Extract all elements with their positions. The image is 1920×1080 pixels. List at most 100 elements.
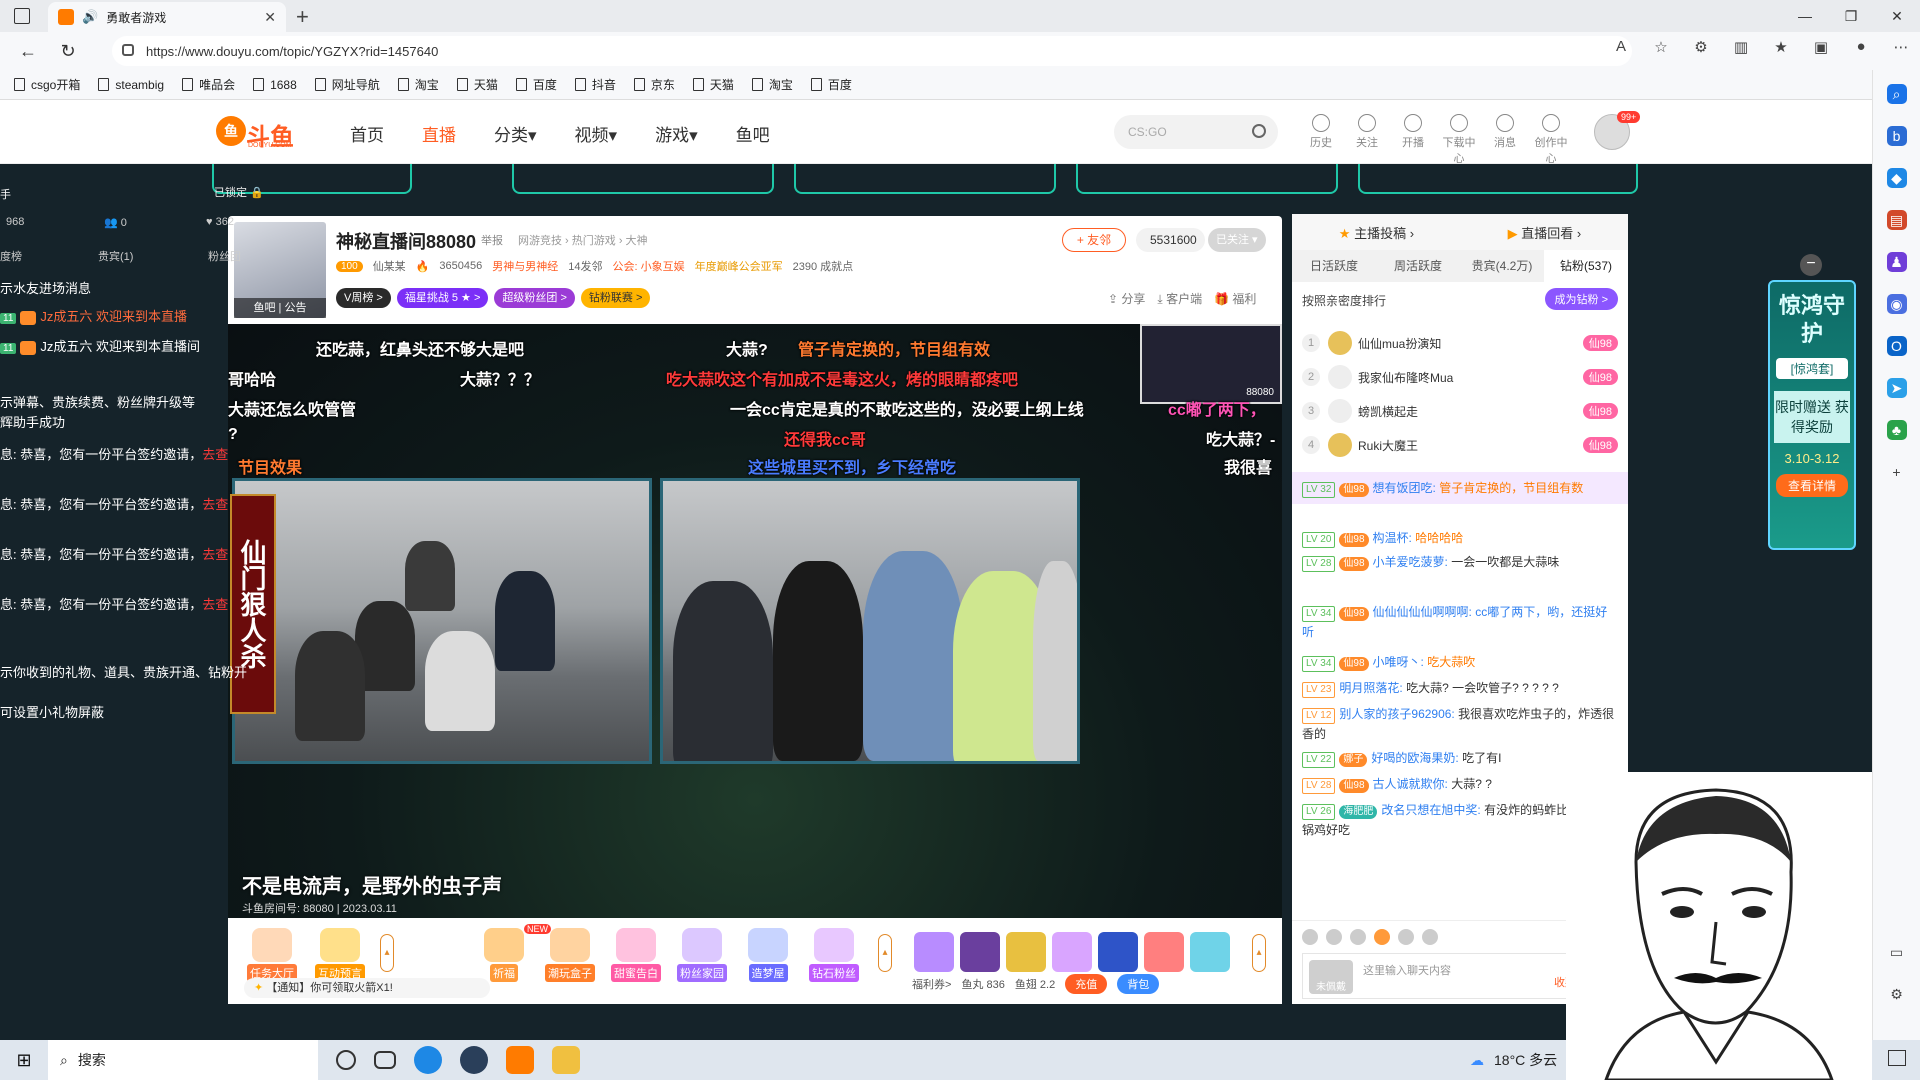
- rank-row[interactable]: 3 螃凯横起走 仙98: [1302, 394, 1618, 428]
- new-tab-icon[interactable]: +: [296, 4, 309, 30]
- toolbox-icon[interactable]: ▤: [1886, 210, 1907, 230]
- category-breadcrumb[interactable]: 网游竞技 › 热门游戏 › 大神: [518, 232, 648, 248]
- fan-badge-slot[interactable]: 未佩戴: [1309, 960, 1353, 994]
- promo-details-button[interactable]: 查看详情: [1776, 474, 1848, 497]
- cortana-icon[interactable]: [336, 1050, 356, 1070]
- gift-pray[interactable]: 祈福: [476, 928, 532, 982]
- windows-start-icon[interactable]: ⊞: [0, 1050, 48, 1071]
- url-field[interactable]: https://www.douyu.com/topic/YGZYX?rid=14…: [112, 36, 1632, 66]
- rank-row[interactable]: 2 我家仙布隆咚Mua 仙98: [1302, 360, 1618, 394]
- shopping-tag-icon[interactable]: ◆: [1886, 168, 1907, 188]
- history-button[interactable]: 历史: [1304, 114, 1338, 166]
- edge-browser-icon[interactable]: [414, 1046, 442, 1074]
- taskbar-weather[interactable]: ☁ 18°C 多云: [1470, 1050, 1557, 1070]
- rocket-notice[interactable]: ✦ 【通知】你可领取火箭X1!: [244, 978, 490, 998]
- gift-task-hall[interactable]: 任务大厅: [244, 928, 300, 982]
- fishbar-notice-caption[interactable]: 鱼吧 | 公告: [234, 298, 326, 318]
- add-icon[interactable]: +: [1887, 462, 1907, 482]
- collapse-arrow-icon[interactable]: ▴: [878, 934, 892, 972]
- gift-diamond-fans[interactable]: 钻石粉丝: [806, 928, 862, 982]
- bookmark-item[interactable]: steambig: [98, 78, 164, 92]
- collapse-promo-icon[interactable]: −: [1800, 254, 1822, 276]
- outlook-icon[interactable]: O: [1886, 336, 1907, 356]
- creator-center-button[interactable]: 创作中心: [1534, 114, 1568, 166]
- office-icon[interactable]: ◉: [1886, 294, 1907, 314]
- welfare-button[interactable]: 🎁 福利: [1214, 290, 1256, 307]
- bookmark-item[interactable]: 唯品会: [182, 76, 235, 93]
- collapse-arrow-icon[interactable]: ▴: [1252, 934, 1266, 972]
- become-diamond-fan-button[interactable]: 成为钻粉 >: [1544, 288, 1618, 310]
- notification-center-icon[interactable]: [1888, 1050, 1906, 1066]
- report-link[interactable]: 举报: [481, 232, 503, 248]
- follow-button[interactable]: 关注: [1350, 114, 1384, 166]
- tab-daily-activity[interactable]: 日活跃度: [1292, 250, 1376, 282]
- bookmark-item[interactable]: 网址导航: [314, 76, 380, 93]
- more-icon[interactable]: ⋯: [1892, 38, 1910, 56]
- super-fans-badge[interactable]: 超级粉丝团 >: [494, 288, 575, 308]
- nav-live[interactable]: 直播: [422, 121, 456, 146]
- taskbar-search[interactable]: ⌕ 搜索: [48, 1040, 318, 1080]
- welfare-coupon-link[interactable]: 福利券>: [912, 976, 951, 992]
- gift-item-icon[interactable]: [1190, 932, 1230, 972]
- category-tag[interactable]: 男神与男神经: [492, 258, 558, 274]
- read-aloud-icon[interactable]: A: [1612, 38, 1630, 56]
- rank-row[interactable]: 1 仙仙mua扮演知 仙98: [1302, 326, 1618, 360]
- collapse-arrow-icon[interactable]: ▴: [380, 934, 394, 972]
- backpack-button[interactable]: 背包: [1117, 974, 1160, 994]
- video-player[interactable]: 88080 仙门狠人杀 还吃蒜，红鼻头还不够大是吧 大蒜? 管子肯定换的，节目组…: [228, 324, 1282, 918]
- gift-item-icon[interactable]: [1052, 932, 1092, 972]
- browser-tab[interactable]: 🔊 勇敢者游戏 ✕: [48, 2, 286, 32]
- nav-fishbar[interactable]: 鱼吧: [736, 121, 770, 146]
- minimize-icon[interactable]: —: [1782, 0, 1828, 32]
- nav-video[interactable]: 视频▾: [575, 121, 618, 146]
- bookmark-item[interactable]: 淘宝: [397, 76, 439, 93]
- restore-icon[interactable]: ❐: [1828, 0, 1874, 32]
- card-icon[interactable]: [1398, 929, 1414, 945]
- bookmark-item[interactable]: 京东: [633, 76, 675, 93]
- close-window-icon[interactable]: ✕: [1874, 0, 1920, 32]
- favorite-star-icon[interactable]: ☆: [1652, 38, 1670, 56]
- chat-message[interactable]: LV 34 仙98 仙仙仙仙仙啊啊啊: cc嘟了两下，哟，还挺好听: [1292, 596, 1628, 648]
- bookmark-item[interactable]: csgo开箱: [14, 76, 80, 93]
- tab-actions-icon[interactable]: [14, 8, 30, 24]
- speaker-icon[interactable]: 🔊: [82, 9, 98, 25]
- promo-banner[interactable]: 惊鸿守护 [惊鸿套] 限时赠送 获得奖励 3.10-3.12 查看详情: [1768, 280, 1856, 550]
- search-icon[interactable]: [1252, 124, 1266, 138]
- bookmark-item[interactable]: 抖音: [574, 76, 616, 93]
- gift-fan-home[interactable]: 粉丝家园: [674, 928, 730, 982]
- favorites-icon[interactable]: ★: [1772, 38, 1790, 56]
- douyu-logo[interactable]: 鱼 斗鱼 DOUYU.COM: [216, 116, 294, 151]
- crown-icon[interactable]: [1350, 929, 1366, 945]
- tree-icon[interactable]: ♣: [1886, 420, 1907, 440]
- tab-weekly-activity[interactable]: 周活跃度: [1376, 250, 1460, 282]
- gift-item-icon[interactable]: [1006, 932, 1046, 972]
- color-icon[interactable]: [1422, 929, 1438, 945]
- download-button[interactable]: 下载中心: [1442, 114, 1476, 166]
- bookmark-item[interactable]: 百度: [810, 76, 852, 93]
- task-view-icon[interactable]: [374, 1051, 396, 1069]
- achievement-points[interactable]: 2390 成就点: [793, 258, 854, 274]
- rocket-gift-icon[interactable]: [1098, 932, 1138, 972]
- settings-icon[interactable]: ⚙: [1887, 984, 1907, 1004]
- bookmark-item[interactable]: 天猫: [692, 76, 734, 93]
- megaphone-icon[interactable]: [1326, 929, 1342, 945]
- guild-notice[interactable]: 公会: 小象互娱: [612, 258, 684, 274]
- gift-confession[interactable]: 甜蜜告白: [608, 928, 664, 982]
- extensions-icon[interactable]: ⚙: [1692, 38, 1710, 56]
- chat-message[interactable]: LV 32 仙98 想有饭团吃: 管子肯定换的，节目组有数: [1292, 472, 1628, 504]
- back-icon[interactable]: ←: [8, 41, 48, 62]
- send-icon[interactable]: ➤: [1886, 378, 1907, 398]
- gift-blind-box[interactable]: 潮玩盒子: [542, 928, 598, 982]
- diamond-league-badge[interactable]: 钻粉联赛 >: [580, 288, 651, 308]
- close-tab-icon[interactable]: ✕: [264, 9, 276, 26]
- refresh-icon[interactable]: ↻: [48, 41, 88, 62]
- go-live-button[interactable]: 开播: [1396, 114, 1430, 166]
- emoji-icon[interactable]: [1302, 929, 1318, 945]
- bookmark-item[interactable]: 天猫: [456, 76, 498, 93]
- bookmark-item[interactable]: 淘宝: [751, 76, 793, 93]
- owl-app-icon[interactable]: [552, 1046, 580, 1074]
- bing-icon[interactable]: b: [1886, 126, 1907, 146]
- user-avatar[interactable]: 99+: [1594, 111, 1641, 150]
- tab-diamond-fans[interactable]: 钻粉(537): [1544, 250, 1628, 282]
- profile-icon[interactable]: ●: [1852, 38, 1870, 56]
